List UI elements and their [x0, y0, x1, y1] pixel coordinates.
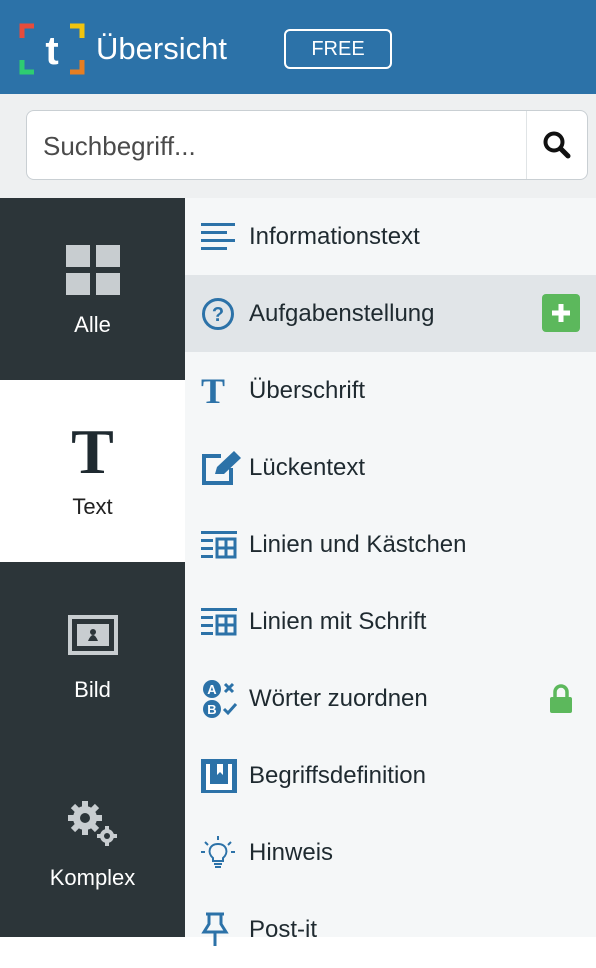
plan-badge[interactable]: FREE	[284, 29, 392, 69]
category-label: Text	[72, 494, 113, 519]
list-item-ueberschrift[interactable]: T Überschrift	[185, 352, 596, 429]
category-komplex[interactable]: Komplex	[0, 746, 185, 937]
list-item-label: Informationstext	[249, 222, 420, 250]
book-icon	[201, 737, 249, 814]
app-header: t Übersicht FREE	[0, 0, 596, 94]
lines-grid-icon	[201, 506, 249, 583]
category-alle[interactable]: Alle	[0, 198, 185, 380]
pushpin-icon	[201, 891, 249, 968]
svg-text:?: ?	[212, 304, 224, 326]
list-item-hinweis[interactable]: Hinweis	[185, 814, 596, 891]
image-icon	[67, 605, 118, 665]
list-item-aufgabenstellung[interactable]: ? Aufgabenstellung	[185, 275, 596, 352]
list-item-label: Begriffsdefinition	[249, 761, 426, 789]
list-item-label: Lückentext	[249, 453, 366, 481]
category-label: Bild	[74, 677, 111, 702]
list-item-label: Wörter zuordnen	[249, 684, 428, 712]
category-label: Komplex	[49, 864, 136, 890]
category-text[interactable]: T Text	[0, 380, 185, 562]
list-item-linien-mit-schrift[interactable]: Linien mit Schrift	[185, 583, 596, 660]
list-item-linien-und-kaestchen[interactable]: Linien und Kästchen	[185, 506, 596, 583]
list-item-label: Überschrift	[249, 376, 366, 404]
align-left-icon	[201, 198, 249, 275]
category-bild[interactable]: Bild	[0, 562, 185, 746]
text-t-icon: T	[71, 416, 114, 487]
search-input[interactable]	[41, 111, 525, 181]
grid-icon	[65, 240, 120, 300]
page-title: Übersicht	[96, 31, 227, 66]
edit-icon	[201, 429, 249, 506]
search-box	[26, 110, 588, 181]
lines-grid-icon	[201, 583, 249, 660]
heading-t-icon: T	[201, 370, 226, 411]
ab-match-icon: A B	[201, 660, 249, 737]
logo-letter: t	[45, 29, 58, 73]
gears-icon	[65, 793, 121, 853]
search-button[interactable]	[526, 111, 587, 179]
list-item-label: Hinweis	[249, 838, 334, 866]
svg-text:B: B	[207, 702, 216, 717]
category-sidebar: Alle T Text Bild Komplex	[0, 198, 185, 937]
svg-text:A: A	[207, 682, 217, 697]
add-button[interactable]	[542, 294, 580, 332]
search-icon	[543, 131, 571, 159]
list-item-begriffsdefinition[interactable]: Begriffsdefinition	[185, 737, 596, 814]
list-item-informationstext[interactable]: Informationstext	[185, 198, 596, 275]
plus-icon	[552, 304, 570, 322]
category-label: Alle	[74, 312, 111, 337]
list-item-lueckentext[interactable]: Lückentext	[185, 429, 596, 506]
list-item-label: Linien mit Schrift	[249, 607, 427, 635]
question-circle-icon: ?	[201, 275, 249, 352]
list-item-label: Post-it	[249, 915, 318, 943]
list-item-label: Linien und Kästchen	[249, 530, 467, 558]
lightbulb-icon	[201, 814, 249, 891]
list-item-post-it[interactable]: Post-it	[185, 891, 596, 968]
element-list: Informationstext ? Aufgabenstellung T Üb…	[185, 198, 596, 946]
lock-icon	[550, 684, 572, 713]
list-item-woerter-zuordnen[interactable]: A B Wörter zuordnen	[185, 660, 596, 737]
logo-icon: t	[19, 23, 85, 75]
list-item-label: Aufgabenstellung	[249, 299, 435, 327]
